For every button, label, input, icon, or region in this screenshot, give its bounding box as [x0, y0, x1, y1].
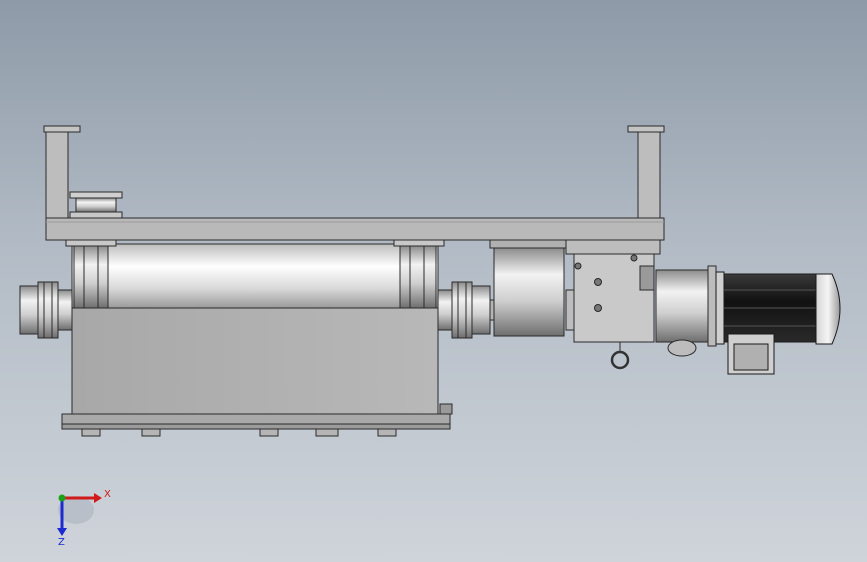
- top-beam: [45, 217, 665, 241]
- z-axis-label: Z: [58, 537, 65, 548]
- coordinate-triad: X Z: [57, 489, 111, 548]
- coupling-housing: [489, 239, 577, 337]
- top-frame: [43, 125, 665, 241]
- coupling-box: [493, 247, 565, 337]
- motor-end-cap: [815, 273, 841, 345]
- lifting-eye: [610, 350, 630, 370]
- trough: [71, 305, 439, 417]
- x-axis-label: X: [104, 489, 111, 500]
- cad-viewport[interactable]: X Z: [0, 0, 867, 562]
- motor-adapter: [655, 265, 717, 357]
- right-bracket: [399, 245, 437, 309]
- base-rail: [61, 413, 451, 425]
- foot: [315, 428, 339, 437]
- mixer-body: [61, 239, 453, 437]
- left-post-cap: [43, 125, 81, 133]
- left-bearing: [19, 281, 73, 339]
- inlet-flange: [69, 191, 123, 199]
- inlet-nozzle: [75, 197, 117, 213]
- foot: [81, 428, 101, 437]
- foot: [259, 428, 279, 437]
- gearbox: [565, 239, 661, 370]
- left-bracket: [73, 245, 109, 309]
- left-post: [45, 131, 69, 221]
- right-post-cap: [627, 125, 665, 133]
- drum: [71, 243, 439, 309]
- right-bearing: [437, 281, 497, 339]
- electric-motor: [715, 271, 841, 375]
- y-axis-dot: [58, 494, 66, 502]
- foot: [141, 428, 161, 437]
- foot: [377, 428, 397, 437]
- right-post: [637, 131, 661, 221]
